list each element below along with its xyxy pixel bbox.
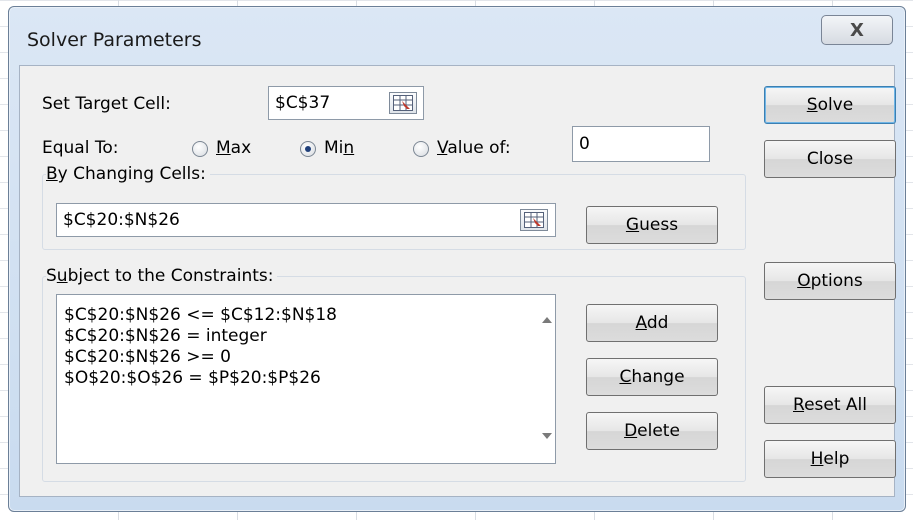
scroll-down-icon[interactable] [542,433,552,439]
delete-constraint-button[interactable]: Delete [586,412,718,450]
range-selector-icon [524,212,544,228]
close-button[interactable]: Close [764,140,896,178]
value-of-radio-label[interactable]: Value of: [437,138,511,158]
constraints-listbox[interactable]: $C$20:$N$26 <= $C$12:$N$18 $C$20:$N$26 =… [56,294,556,464]
solve-button[interactable]: Solve [764,86,896,124]
title-bar[interactable]: Solver Parameters X [9,7,905,63]
range-selector-icon [393,95,413,111]
solver-parameters-dialog: Solver Parameters X Set Target Cell: $C$… [8,6,906,512]
constraints-list: $C$20:$N$26 <= $C$12:$N$18 $C$20:$N$26 =… [57,295,555,389]
value-of-input[interactable]: 0 [572,126,710,162]
add-constraint-button[interactable]: Add [586,304,718,342]
changing-cells-collapse-button[interactable] [520,209,548,231]
guess-button[interactable]: Guess [586,206,718,244]
equal-to-label: Equal To: [42,138,119,158]
target-cell-value: $C$37 [275,93,331,113]
change-constraint-button[interactable]: Change [586,358,718,396]
value-of-radio[interactable] [413,141,429,157]
changing-cells-input[interactable]: $C$20:$N$26 [56,203,556,237]
min-radio-label[interactable]: Min [324,138,354,158]
help-button[interactable]: Help [764,440,896,478]
scroll-up-icon[interactable] [542,317,552,323]
constraint-item[interactable]: $C$20:$N$26 <= $C$12:$N$18 [57,305,555,326]
dialog-body: Set Target Cell: $C$37 Equal To: Max Min… [19,65,896,497]
target-cell-collapse-button[interactable] [389,92,417,114]
min-radio[interactable] [300,141,316,157]
options-button[interactable]: Options [764,262,896,300]
constraints-label: Subject to the Constraints: [46,266,278,286]
constraint-item[interactable]: $C$20:$N$26 >= 0 [57,347,555,368]
constraint-item[interactable]: $O$20:$O$26 = $P$20:$P$26 [57,368,555,389]
constraint-item[interactable]: $C$20:$N$26 = integer [57,326,555,347]
max-radio[interactable] [192,141,208,157]
changing-cells-label: By Changing Cells: [46,164,210,184]
close-window-button[interactable]: X [821,15,893,45]
close-icon: X [850,19,864,41]
window-title: Solver Parameters [27,29,202,51]
max-radio-label[interactable]: Max [216,138,251,158]
value-of-value: 0 [579,134,590,154]
reset-all-button[interactable]: Reset All [764,386,896,424]
target-cell-label: Set Target Cell: [42,94,171,114]
constraints-scrollbar[interactable] [536,295,555,463]
changing-cells-value: $C$20:$N$26 [63,210,180,230]
